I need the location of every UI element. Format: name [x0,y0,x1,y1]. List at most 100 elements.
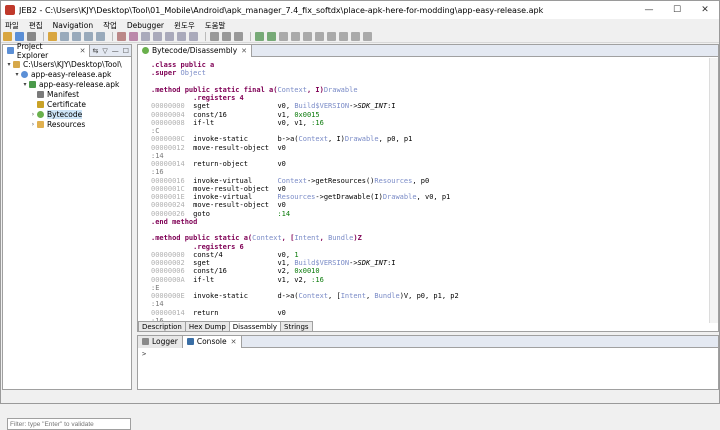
expand-chevron-icon[interactable]: ▾ [5,61,13,68]
tab-console[interactable]: Console ✕ [182,335,242,348]
close-tab-icon[interactable]: ✕ [241,47,247,55]
code-line[interactable]: .end method [151,218,710,226]
code-line[interactable]: 0000001E invoke-virtual Resources->getDr… [151,193,710,201]
tab-disassembly[interactable]: Disassembly [228,321,282,331]
link-editor-icon[interactable]: ⇆ [92,47,98,55]
folder-icon[interactable] [48,32,57,41]
decompile-icon[interactable] [117,32,126,41]
tab-hex-dump[interactable]: Hex Dump [184,321,230,331]
minimize-panel-icon[interactable]: — [112,47,119,55]
code-line[interactable]: 00000004 const/16 v1, 0x0015 [151,111,710,119]
view-menu-icon[interactable]: ▽ [102,47,107,55]
menu-edit[interactable]: 편집 [29,20,43,31]
tree-node-bytecode[interactable]: › Bytecode [5,109,131,119]
terminate-icon[interactable] [339,32,348,41]
close-tab-icon[interactable]: ✕ [231,338,237,346]
menu-action[interactable]: 작업 [103,20,117,31]
code-line[interactable]: .class public a [151,61,710,69]
code-line[interactable]: :16 [151,168,710,176]
navigate-icon[interactable] [84,32,93,41]
expand-chevron-icon[interactable]: ▾ [21,81,29,88]
expand-chevron-icon[interactable]: › [29,111,37,118]
tree-node-apk-artifact[interactable]: ▾ app-easy-release.apk [5,69,131,79]
suspend-icon[interactable] [327,32,336,41]
disassembly-code-view[interactable]: .class public a .super Object .method publ… [138,58,710,323]
expand-chevron-icon[interactable]: › [29,121,37,128]
code-line[interactable]: :C [151,127,710,135]
code-line[interactable]: :E [151,284,710,292]
code-line[interactable]: 0000001C move-result-object v0 [151,185,710,193]
tab-logger[interactable]: Logger [138,335,183,348]
code-line[interactable]: 00000000 const/4 v0, 1 [151,251,710,259]
code-line[interactable]: 00000012 move-result-object v0 [151,144,710,152]
comment-icon[interactable] [141,32,150,41]
forward-icon[interactable] [72,32,81,41]
close-window-button[interactable]: ✕ [691,1,719,19]
rename-icon[interactable] [129,32,138,41]
tab-description[interactable]: Description [138,321,186,331]
maximize-button[interactable]: ☐ [663,1,691,19]
code-line[interactable]: 0000000C invoke-static b->a(Context, I)D… [151,135,710,143]
copy-icon[interactable] [222,32,231,41]
code-line[interactable]: .method public static a(Context, [Intent… [151,234,710,242]
code-line[interactable]: 00000026 goto :14 [151,210,710,218]
open-icon[interactable] [3,32,12,41]
graph-icon[interactable] [189,32,198,41]
tree-node-project-path[interactable]: ▾ C:\Users\KJY\Desktop\Tool\ [5,59,131,69]
step-over-icon[interactable] [291,32,300,41]
xref-icon[interactable] [153,32,162,41]
debug-icon[interactable] [267,32,276,41]
tree-node-certificate[interactable]: Certificate [5,99,131,109]
save-icon[interactable] [15,32,24,41]
menu-window[interactable]: 윈도우 [174,20,195,31]
back-icon[interactable] [60,32,69,41]
breakpoint-icon[interactable] [351,32,360,41]
tree-node-apk-unit[interactable]: ▾ app-easy-release.apk [5,79,131,89]
tree-node-manifest[interactable]: Manifest [5,89,131,99]
code-line[interactable]: 00000002 sget v1, Build$VERSION->SDK_INT… [151,259,710,267]
code-line[interactable]: 00000016 invoke-virtual Context->getReso… [151,177,710,185]
menu-help[interactable]: 도움말 [205,20,226,31]
code-line[interactable]: .method public static final a(Context, I… [151,86,710,94]
properties-icon[interactable] [27,32,36,41]
minimize-button[interactable]: — [635,1,663,19]
tree-filter-input[interactable] [7,418,131,430]
console-input-area[interactable]: > [138,348,718,360]
menu-navigation[interactable]: Navigation [53,21,93,30]
code-line[interactable]: :14 [151,300,710,308]
code-line[interactable]: 0000000A if-lt v1, v2, :16 [151,276,710,284]
tab-bytecode-disassembly[interactable]: Bytecode/Disassembly ✕ [138,44,253,57]
code-line[interactable]: .super Object [151,69,710,77]
code-line[interactable]: 00000014 return v0 [151,309,710,317]
jump-icon[interactable] [96,32,105,41]
code-line[interactable]: 00000006 const/16 v2, 0x0010 [151,267,710,275]
run-icon[interactable] [255,32,264,41]
resume-icon[interactable] [315,32,324,41]
tab-project-explorer[interactable]: Project Explorer ✕ [3,42,91,60]
step-into-icon[interactable] [279,32,288,41]
code-line[interactable]: .registers 4 [151,94,710,102]
threads-icon[interactable] [363,32,372,41]
convert-icon[interactable] [177,32,186,41]
code-line[interactable]: 00000000 sget v0, Build$VERSION->SDK_INT… [151,102,710,110]
type-icon[interactable] [165,32,174,41]
code-line[interactable]: :14 [151,152,710,160]
menu-debugger[interactable]: Debugger [127,21,164,30]
code-line[interactable] [151,226,710,234]
cut-icon[interactable] [210,32,219,41]
close-tab-icon[interactable]: ✕ [80,47,86,55]
vertical-scrollbar[interactable] [709,58,718,323]
code-line[interactable]: .registers 6 [151,243,710,251]
maximize-panel-icon[interactable]: ☐ [123,47,129,55]
code-line[interactable]: 0000000E invoke-static d->a(Context, [In… [151,292,710,300]
menu-file[interactable]: 파일 [5,20,19,31]
code-line[interactable]: 00000008 if-lt v0, v1, :16 [151,119,710,127]
paste-icon[interactable] [234,32,243,41]
code-line[interactable] [151,78,710,86]
tree-node-resources[interactable]: › Resources [5,119,131,129]
step-out-icon[interactable] [303,32,312,41]
tab-strings[interactable]: Strings [280,321,313,331]
code-line[interactable]: 00000024 move-result-object v0 [151,201,710,209]
code-line[interactable]: 00000014 return-object v0 [151,160,710,168]
expand-chevron-icon[interactable]: ▾ [13,71,21,78]
